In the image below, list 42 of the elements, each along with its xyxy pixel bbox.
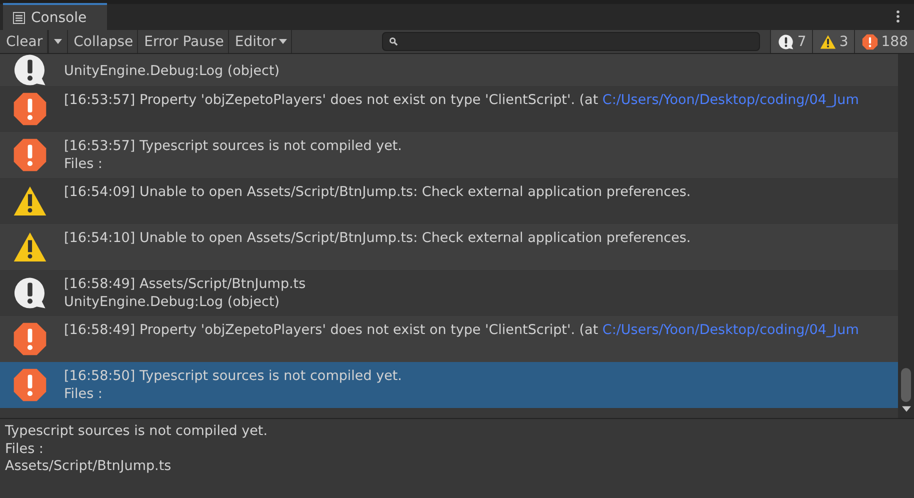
caret-icon	[54, 39, 62, 44]
log-entry[interactable]: [16:54:10] Unable to open Assets/Script/BtnJump.ts: Check external application preferences.	[0, 224, 898, 270]
detail-text: Assets/Script/BtnJump.ts	[5, 458, 172, 476]
error-icon	[13, 138, 47, 172]
log-entry[interactable]: [16:58:50] Typescript sources is not compiled yet. Files :	[0, 362, 898, 408]
warning-icon	[13, 184, 47, 218]
error-icon	[13, 322, 47, 356]
log-message: UnityEngine.Debug:Log (object)	[64, 293, 281, 311]
search-field[interactable]	[382, 32, 760, 51]
log-message: Files :	[64, 385, 104, 403]
error-count-toggle[interactable]: 188	[854, 30, 914, 53]
log-message: [16:54:10] Unable to open Assets/Script/BtnJump.ts: Check external application preferences.	[64, 229, 691, 247]
log-message: [16:58:49] Property 'objZepetoPlayers' does not exist on type 'ClientScript'. (at C:/Users/Yoon/Desktop/coding/04_Jum	[64, 321, 859, 339]
log-message: UnityEngine.Debug:Log (object)	[64, 62, 280, 80]
more-options-icon[interactable]	[896, 10, 900, 23]
scrollbar-thumb[interactable]	[901, 368, 911, 402]
detail-text: Files :	[5, 440, 44, 458]
warning-count-toggle[interactable]: 3	[812, 30, 854, 53]
info-icon	[778, 34, 794, 50]
list-icon	[13, 12, 25, 24]
log-entry[interactable]: [16:53:57] Typescript sources is not compiled yet. Files :	[0, 132, 898, 178]
warning-icon	[13, 230, 47, 264]
info-icon	[13, 276, 47, 310]
error-icon	[862, 34, 878, 50]
error-icon	[13, 92, 47, 126]
log-message: Files :	[64, 155, 104, 173]
log-count-toggle[interactable]: 7	[770, 30, 812, 53]
log-entry[interactable]: UnityEngine.Debug:Log (object)	[0, 54, 898, 86]
detail-text: Typescript sources is not compiled yet.	[5, 423, 268, 440]
caret-icon	[279, 39, 288, 44]
search-icon	[389, 37, 398, 46]
log-message: [16:58:49] Assets/Script/BtnJump.ts	[64, 275, 306, 293]
log-entry[interactable]: [16:58:49] Property 'objZepetoPlayers' does not exist on type 'ClientScript'. (at C:/Users/Yoon/Desktop/coding/04_Jum	[0, 316, 898, 362]
log-message: [16:53:57] Property 'objZepetoPlayers' does not exist on type 'ClientScript'. (at C:/Users/Yoon/Desktop/coding/04_Jum	[64, 91, 859, 109]
error-icon	[13, 368, 47, 402]
warning-icon	[820, 34, 836, 50]
clear-options-button[interactable]	[48, 30, 68, 53]
log-message: [16:53:57] Typescript sources is not compiled yet.	[64, 137, 402, 155]
log-message: [16:58:50] Typescript sources is not compiled yet.	[64, 367, 402, 385]
console-tab[interactable]: Console	[3, 3, 107, 30]
log-message: [16:54:09] Unable to open Assets/Script/BtnJump.ts: Check external application preferences.	[64, 183, 691, 201]
scroll-down-icon[interactable]	[902, 406, 910, 412]
